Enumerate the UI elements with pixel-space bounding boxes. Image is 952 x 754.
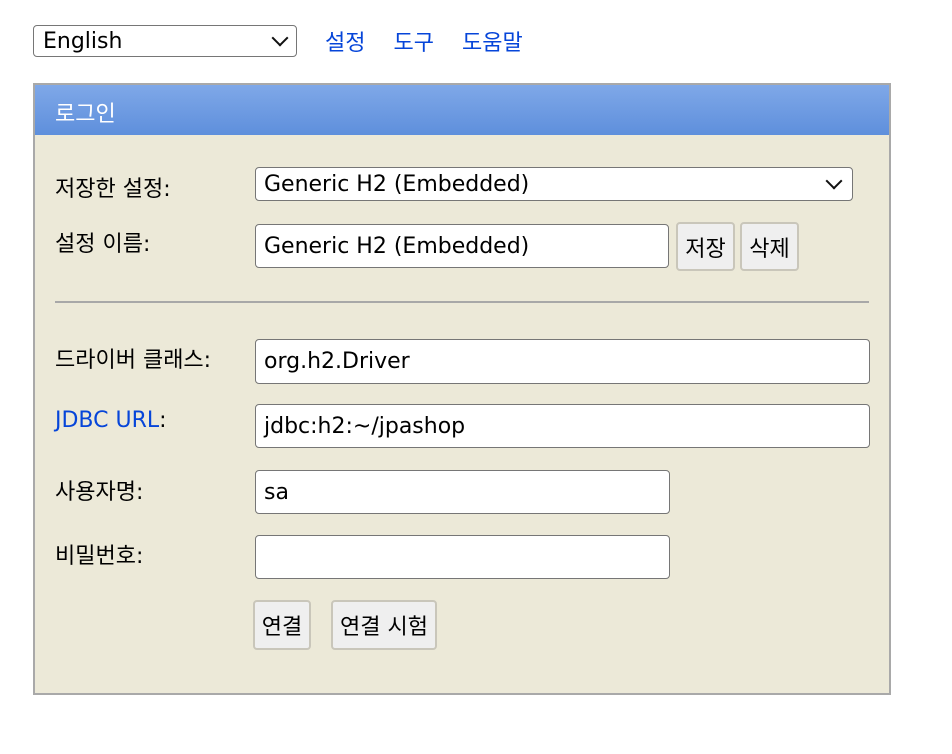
username-label: 사용자명: <box>55 480 144 505</box>
setting-name-value: Generic H2 (Embedded) <box>264 233 530 259</box>
jdbc-url-colon: : <box>159 408 167 433</box>
divider <box>55 301 869 303</box>
test-connection-button[interactable]: 연결 시험 <box>331 600 437 650</box>
panel-title: 로그인 <box>35 85 889 135</box>
password-input[interactable] <box>255 535 670 579</box>
jdbc-url-link[interactable]: JDBC URL <box>55 408 159 433</box>
driver-class-label: 드라이버 클래스: <box>55 348 212 373</box>
login-panel: 로그인 저장한 설정: Generic H2 (Embedded) 설정 이름:… <box>33 83 891 695</box>
top-bar: English 설정 도구 도움말 <box>33 25 523 57</box>
connect-button[interactable]: 연결 <box>253 600 311 650</box>
chevron-down-icon <box>271 29 289 47</box>
tools-link[interactable]: 도구 <box>393 25 433 57</box>
saved-settings-value: Generic H2 (Embedded) <box>264 171 530 197</box>
jdbc-url-label-group: JDBC URL: <box>55 408 167 433</box>
chevron-down-icon <box>825 172 843 190</box>
saved-settings-label: 저장한 설정: <box>55 177 171 202</box>
language-select[interactable]: English <box>33 25 297 57</box>
delete-button[interactable]: 삭제 <box>740 222 799 271</box>
saved-settings-select[interactable]: Generic H2 (Embedded) <box>255 167 853 201</box>
setting-name-label: 설정 이름: <box>55 232 151 257</box>
setting-name-input[interactable]: Generic H2 (Embedded) <box>255 224 669 268</box>
username-value: sa <box>264 479 289 505</box>
driver-class-value: org.h2.Driver <box>264 349 410 374</box>
username-input[interactable]: sa <box>255 470 670 514</box>
help-link[interactable]: 도움말 <box>462 25 523 57</box>
language-select-value: English <box>43 28 123 54</box>
password-label: 비밀번호: <box>55 544 144 569</box>
driver-class-input[interactable]: org.h2.Driver <box>255 339 870 384</box>
jdbc-url-value: jdbc:h2:~/jpashop <box>264 413 466 439</box>
jdbc-url-input[interactable]: jdbc:h2:~/jpashop <box>255 404 870 448</box>
save-button[interactable]: 저장 <box>676 222 735 271</box>
settings-link[interactable]: 설정 <box>325 25 365 57</box>
